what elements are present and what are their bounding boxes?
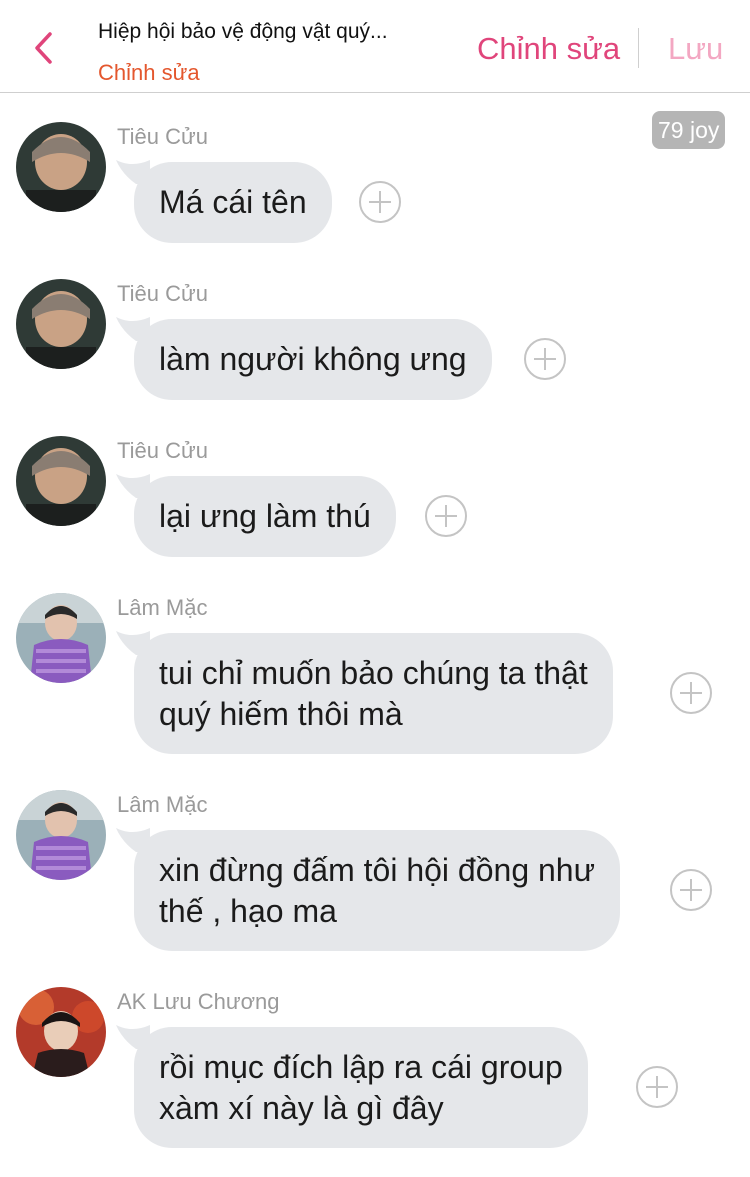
sender-name: Tiêu Cửu xyxy=(117,124,208,149)
group-title: Hiệp hội bảo vệ động vật quý... xyxy=(98,20,388,43)
message-bubble: rồi mục đích lập ra cái group xàm xí này… xyxy=(134,1027,588,1148)
joy-badge: 79 joy xyxy=(652,111,726,149)
add-reaction-button[interactable] xyxy=(425,495,467,537)
sender-name: Lâm Mặc xyxy=(117,792,208,817)
add-reaction-button[interactable] xyxy=(359,181,401,223)
add-reaction-button[interactable] xyxy=(636,1066,678,1108)
chat-header: Hiệp hội bảo vệ động vật quý... Chỉnh sử… xyxy=(0,0,750,93)
edit-button[interactable]: Chỉnh sửa xyxy=(477,31,620,67)
sender-name: Tiêu Cửu xyxy=(117,438,208,463)
message-bubble: tui chỉ muốn bảo chúng ta thật quý hiếm … xyxy=(134,633,613,754)
avatar-tieu-cuu[interactable] xyxy=(16,279,106,369)
message-bubble: làm người không ưng xyxy=(134,319,492,400)
sender-name: AK Lưu Chương xyxy=(117,989,280,1014)
message-bubble: lại ưng làm thú xyxy=(134,476,396,557)
group-subtitle[interactable]: Chỉnh sửa xyxy=(98,60,200,86)
save-button[interactable]: Lưu xyxy=(668,31,723,67)
avatar-lam-mac[interactable] xyxy=(16,790,106,880)
message-bubble: Má cái tên xyxy=(134,162,332,243)
sender-name: Tiêu Cửu xyxy=(117,281,208,306)
message-bubble: xin đừng đấm tôi hội đồng như thế , hạo … xyxy=(134,830,621,951)
chevron-left-icon xyxy=(35,32,52,64)
back-button[interactable] xyxy=(28,28,64,68)
avatar-ak-luu-chuong[interactable] xyxy=(16,987,106,1077)
add-reaction-button[interactable] xyxy=(524,338,566,380)
add-reaction-button[interactable] xyxy=(670,672,712,714)
avatar-tieu-cuu[interactable] xyxy=(16,122,106,212)
add-reaction-button[interactable] xyxy=(670,869,712,911)
avatar-lam-mac[interactable] xyxy=(16,593,106,683)
header-divider xyxy=(638,28,639,68)
avatar-tieu-cuu[interactable] xyxy=(16,436,106,526)
sender-name: Lâm Mặc xyxy=(117,595,208,620)
